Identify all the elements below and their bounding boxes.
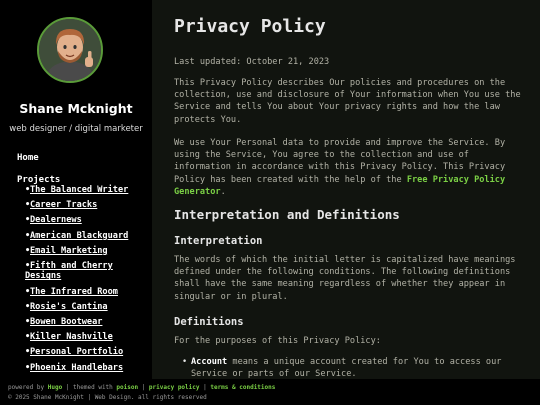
footer: powered by Hugo | themed with poison | p…	[0, 379, 540, 405]
privacy-policy-link[interactable]: privacy policy	[149, 384, 200, 391]
subheading-definitions: Definitions	[174, 316, 244, 328]
project-link[interactable]: •Dealernews	[25, 215, 147, 226]
avatar	[37, 17, 103, 83]
definition-text: means a unique account created for You t…	[191, 357, 502, 379]
project-link[interactable]: •American Blackguard	[25, 231, 147, 242]
subheading-interpretation: Interpretation	[174, 235, 263, 247]
footer-copyright: © 2025 Shane McKnight | Web Design. all …	[8, 394, 207, 401]
project-link[interactable]: •Killer Nashville	[25, 332, 147, 343]
definition-term: Account	[191, 357, 228, 367]
profile-name: Shane Mcknight	[19, 101, 133, 116]
list-item: • Account means a unique account created…	[182, 356, 522, 379]
section-heading-interpretation-definitions: Interpretation and Definitions	[174, 207, 400, 222]
nav-home-link[interactable]: Home	[17, 153, 39, 163]
profile-tagline: web designer / digital marketer	[9, 124, 143, 134]
projects-list: •The Balanced Writer •Career Tracks •Dea…	[25, 185, 147, 378]
terms-link[interactable]: terms & conditions	[210, 384, 275, 391]
poison-link[interactable]: poison	[116, 384, 138, 391]
page-title: Privacy Policy	[174, 16, 326, 37]
usage-paragraph: We use Your Personal data to provide and…	[174, 138, 506, 197]
sidebar: Shane Mcknight web designer / digital ma…	[0, 0, 152, 379]
project-link[interactable]: •The Infrared Room	[25, 287, 147, 298]
project-link[interactable]: •Rosie's Cantina	[25, 302, 147, 313]
hugo-link[interactable]: Hugo	[48, 384, 62, 391]
intro-paragraph: This Privacy Policy describes Our polici…	[174, 78, 521, 125]
project-link[interactable]: •Phoenix Handlebars	[25, 363, 147, 374]
project-link[interactable]: •Email Marketing	[25, 246, 147, 257]
project-link[interactable]: •Fifth and Cherry Designs	[25, 261, 147, 282]
nav-projects-label: Projects	[17, 175, 61, 185]
interpretation-paragraph: The words of which the initial letter is…	[174, 255, 516, 302]
definitions-intro: For the purposes of this Privacy Policy:	[174, 336, 381, 346]
project-link[interactable]: •Career Tracks	[25, 200, 147, 211]
last-updated: Last updated: October 21, 2023	[174, 57, 330, 67]
project-link[interactable]: •Personal Portfolio	[25, 347, 147, 358]
project-link[interactable]: •Bowen Bootwear	[25, 317, 147, 328]
project-link[interactable]: •The Balanced Writer	[25, 185, 147, 196]
footer-credits: powered by Hugo | themed with poison | p…	[8, 384, 276, 391]
main-content: Privacy Policy Last updated: October 21,…	[152, 0, 540, 379]
bullet-icon: •	[182, 357, 188, 367]
